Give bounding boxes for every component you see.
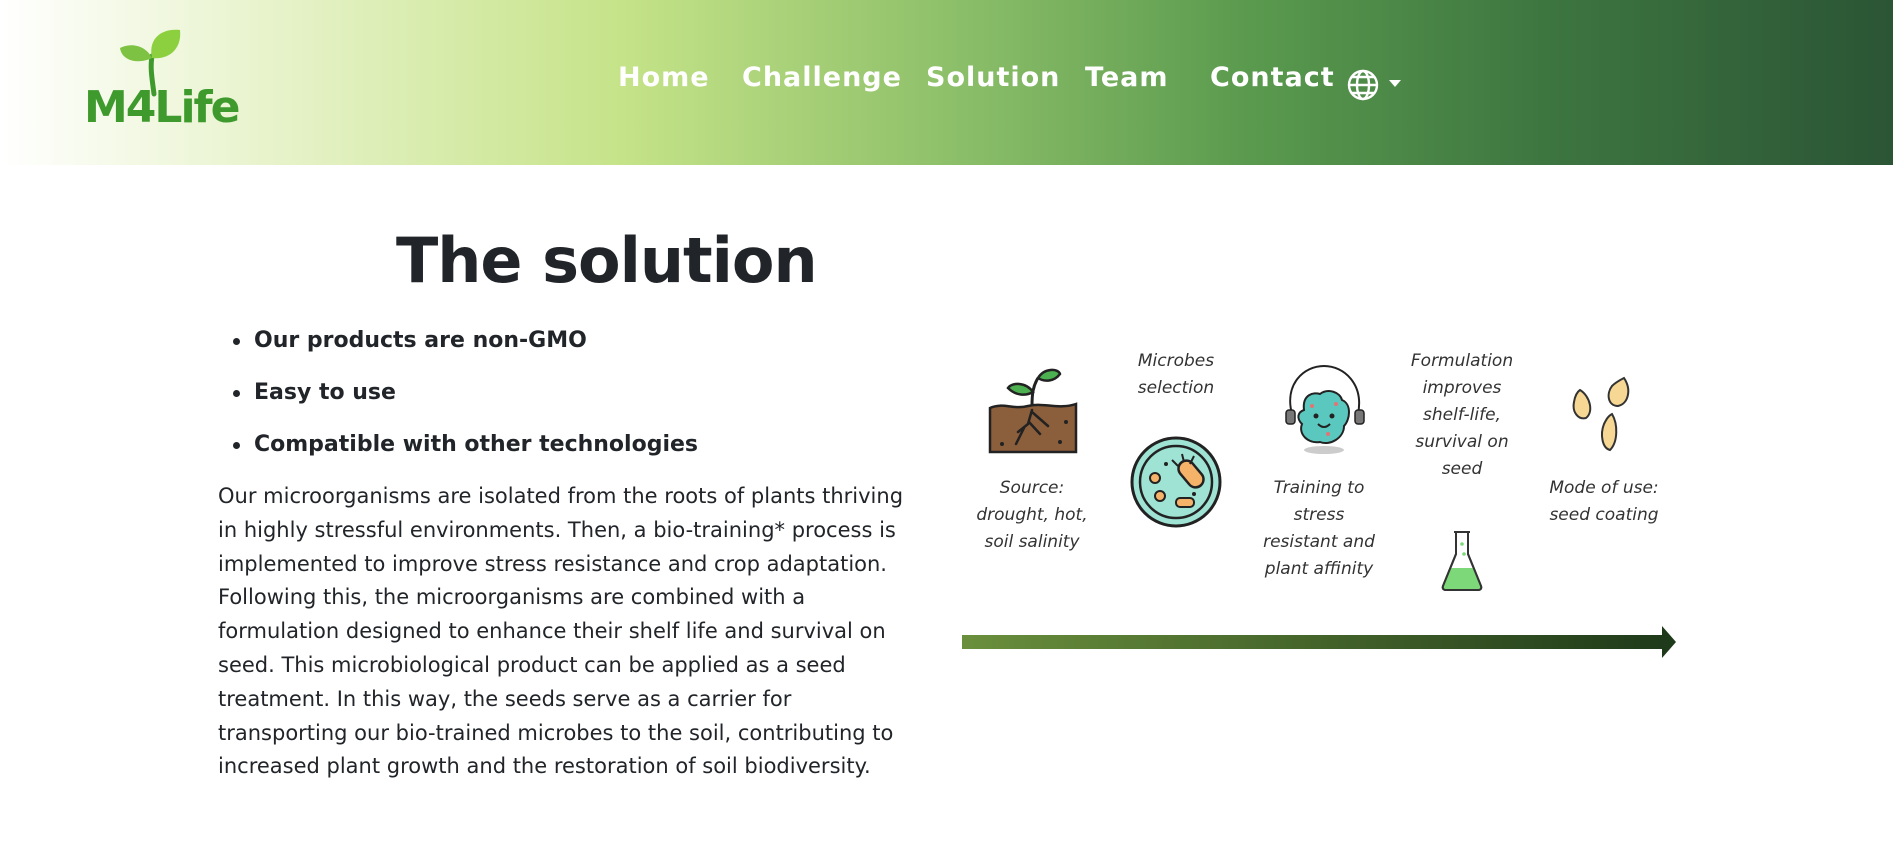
- chevron-down-icon: [1389, 80, 1401, 87]
- nav-contact[interactable]: Contact: [1210, 62, 1335, 93]
- feature-list: Our products are non-GMO Easy to use Com…: [230, 324, 698, 480]
- arrow-right-icon: [962, 626, 1676, 658]
- logo-text: M4Life: [84, 82, 241, 133]
- flask-icon: [1441, 531, 1483, 591]
- site-header: M4Life Home Challenge Solution Team Cont…: [0, 0, 1893, 165]
- language-selector[interactable]: [1346, 68, 1406, 102]
- seeds-icon: [1572, 376, 1630, 452]
- step-label-formulation: Formulation improves shelf-life, surviva…: [1410, 351, 1514, 479]
- list-item: Our products are non-GMO: [230, 324, 698, 376]
- training-microbe-icon: [1285, 364, 1365, 454]
- list-item: Easy to use: [230, 376, 698, 428]
- solution-paragraph: Our microorganisms are isolated from the…: [218, 484, 904, 779]
- step-label-training: Training to stress resistant and plant a…: [1263, 478, 1375, 579]
- page-title: The solution: [396, 224, 818, 297]
- nav-team[interactable]: Team: [1085, 62, 1169, 93]
- nav-home[interactable]: Home: [618, 62, 710, 93]
- list-item: Compatible with other technologies: [230, 428, 698, 480]
- step-label-source: Source: drought, hot, soil salinity: [976, 478, 1088, 552]
- step-label-mode-of-use: Mode of use: seed coating: [1549, 478, 1659, 525]
- nav-solution[interactable]: Solution: [926, 62, 1060, 93]
- logo[interactable]: M4Life: [80, 28, 241, 138]
- step-label-selection: Microbes selection: [1137, 351, 1215, 398]
- nav-challenge[interactable]: Challenge: [742, 62, 902, 93]
- bacteria-dish-icon: [1130, 436, 1222, 528]
- globe-icon: [1347, 69, 1379, 101]
- sprout-icon: [988, 368, 1078, 454]
